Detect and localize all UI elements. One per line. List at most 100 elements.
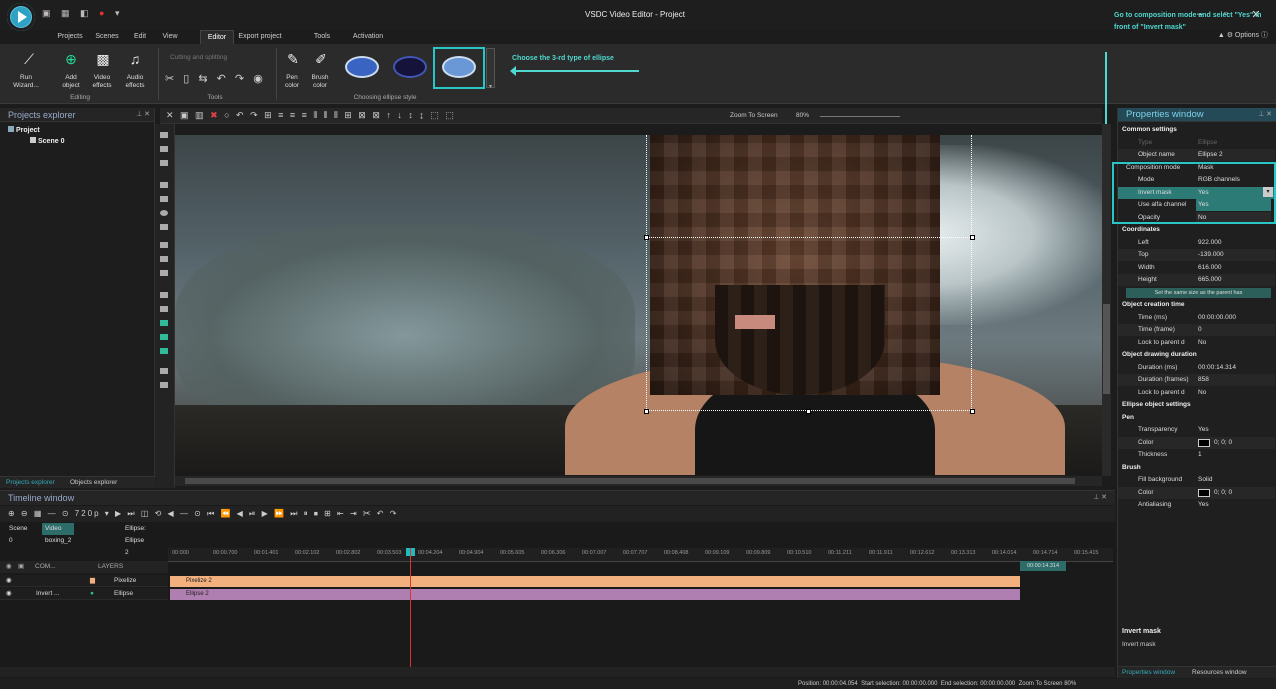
property-row[interactable]: Object name Ellipse 2 — [1118, 149, 1275, 161]
hand-icon[interactable] — [160, 146, 168, 152]
scrollbar-thumb[interactable] — [1103, 304, 1110, 394]
property-value[interactable]: No — [1198, 387, 1206, 399]
cursor-icon[interactable] — [160, 132, 168, 138]
tab-export-project[interactable]: Export project — [234, 30, 286, 44]
property-value[interactable]: 922.000 — [1198, 237, 1222, 249]
panel-pin-icon[interactable]: ⊥ ✕ — [1258, 108, 1272, 122]
tab-scenes[interactable]: Scenes — [92, 30, 122, 44]
property-row[interactable]: Color 0; 0; 0 — [1118, 436, 1275, 449]
color-swatch[interactable] — [1198, 438, 1210, 447]
property-row[interactable]: Duration (frames) 858 — [1118, 374, 1275, 386]
eye-icon[interactable]: ◉ — [6, 561, 12, 573]
line-icon[interactable] — [160, 182, 168, 188]
property-row[interactable]: Pen — [1118, 412, 1275, 424]
cutting-splitting-button[interactable]: Cutting and splitting — [170, 54, 227, 61]
image-icon[interactable] — [160, 320, 168, 326]
shape-icon[interactable] — [160, 224, 168, 230]
brush-color-button[interactable]: Brush color — [306, 74, 334, 90]
resize-handle[interactable] — [644, 409, 649, 414]
eye-icon[interactable]: ◉ — [6, 588, 12, 600]
rectangle-icon[interactable] — [160, 196, 168, 202]
property-value[interactable]: 00:00:00.000 — [1198, 312, 1236, 324]
scrollbar-thumb[interactable] — [185, 478, 1075, 484]
property-row[interactable]: Thickness 1 — [1118, 449, 1275, 461]
audio-tool-icon[interactable] — [160, 306, 168, 312]
timeline-scrollbar[interactable] — [0, 667, 1115, 677]
property-value[interactable]: -139.000 — [1198, 249, 1224, 261]
quick-access-toolbar[interactable]: ▣ ▦ ◧ ● ▾ — [42, 8, 123, 19]
preview-toolbar-icons[interactable]: ✕ ▣ ▥ ✖ ○ ↶ ↷ ⊞ ≡ ≡ ≡ ⫴ ⫴ ⫴ ⊞ ⊠ ⊠ ↑ ↓ ↕ … — [166, 110, 456, 121]
audio-effects-button[interactable]: Audio effects — [118, 74, 152, 90]
text-icon[interactable] — [160, 242, 168, 248]
property-row[interactable]: Common settings — [1118, 124, 1275, 136]
layer-row-ellipse[interactable]: ◉ Invert ... ● Ellipse — [0, 588, 168, 600]
tools-icons[interactable]: ✂ ▯ ⇆ ↶ ↷ ◉ — [165, 72, 266, 85]
tab-projects-explorer[interactable]: Projects explorer — [6, 479, 55, 486]
same-size-button[interactable]: Set the same size as the parent has — [1126, 287, 1271, 298]
tab-edit[interactable]: Edit — [130, 30, 150, 44]
property-row[interactable]: Color 0; 0; 0 — [1118, 486, 1275, 499]
property-value[interactable]: Yes — [1198, 499, 1209, 511]
property-row[interactable]: Lock to parent d No — [1118, 337, 1275, 349]
tab-objects-explorer[interactable]: Objects explorer — [70, 479, 117, 486]
chart-icon[interactable] — [160, 292, 168, 298]
property-row[interactable]: Lock to parent d No — [1118, 387, 1275, 399]
property-value[interactable]: 0; 0; 0 — [1214, 487, 1232, 499]
zoom-label[interactable]: Zoom To Screen — [730, 112, 778, 119]
clip-ellipse[interactable]: Ellipse 2 — [170, 589, 1020, 600]
property-value[interactable]: No — [1198, 337, 1206, 349]
property-row[interactable]: Type Ellipse — [1118, 137, 1275, 149]
tab-tools[interactable]: Tools — [310, 30, 334, 44]
property-value[interactable]: 616.000 — [1198, 262, 1222, 274]
property-row[interactable]: Antialiasing Yes — [1118, 499, 1275, 511]
property-value[interactable]: 00:00:14.314 — [1198, 362, 1236, 374]
tab-projects[interactable]: Projects — [50, 30, 90, 44]
property-row[interactable]: Top -139.000 — [1118, 249, 1275, 261]
resize-handle[interactable] — [970, 409, 975, 414]
property-value[interactable]: 0; 0; 0 — [1214, 437, 1232, 449]
tab-video-boxing[interactable]: Video boxing_2 — [42, 523, 75, 544]
playhead[interactable] — [410, 548, 411, 670]
clip-pixelize[interactable]: Pixelize 2 — [170, 576, 1020, 587]
property-value[interactable]: Yes — [1198, 424, 1209, 436]
animation-icon[interactable] — [160, 348, 168, 354]
property-value[interactable]: Solid — [1198, 474, 1212, 486]
video-preview-canvas[interactable] — [175, 135, 1102, 475]
property-row[interactable]: Duration (ms) 00:00:14.314 — [1118, 362, 1275, 374]
color-swatch[interactable] — [1198, 488, 1210, 497]
property-row[interactable]: Time (frame) 0 — [1118, 324, 1275, 336]
resize-handle[interactable] — [644, 235, 649, 240]
zoom-slider[interactable] — [820, 116, 900, 117]
layer-blend-mode[interactable]: Invert ... — [36, 588, 59, 600]
lock-icon[interactable]: ▣ — [18, 561, 24, 573]
property-row[interactable]: Time (ms) 00:00:00.000 — [1118, 312, 1275, 324]
property-row[interactable]: Ellipse object settings — [1118, 399, 1275, 411]
property-value[interactable]: Ellipse — [1198, 137, 1217, 149]
timeline-toolbar[interactable]: ⊕ ⊖ ▦ ― ⊙ 720p ▾ ▶ ⏭ ◫ ⟲ ◀ ― ⊙ ⏮ ⏪ ◀ ⏯ ▶… — [0, 506, 1115, 522]
layer-row-pixelize[interactable]: ◉ ▆ Pixelize — [0, 575, 168, 587]
property-row[interactable]: Fill background Solid — [1118, 474, 1275, 486]
move-icon[interactable] — [160, 382, 168, 388]
resize-handle[interactable] — [806, 409, 811, 414]
app-logo-icon[interactable] — [7, 3, 35, 31]
property-row[interactable]: Coordinates — [1118, 224, 1275, 236]
subtitle-icon[interactable] — [160, 256, 168, 262]
property-value[interactable]: 0 — [1198, 324, 1202, 336]
property-value[interactable]: 1 — [1198, 449, 1202, 461]
video-icon[interactable] — [160, 334, 168, 340]
tab-activation[interactable]: Activation — [348, 30, 388, 44]
eye-icon[interactable]: ◉ — [6, 575, 12, 587]
property-row[interactable]: Transparency Yes — [1118, 424, 1275, 436]
add-object-button[interactable]: Add object — [53, 74, 89, 90]
property-row[interactable]: Width 616.000 — [1118, 262, 1275, 274]
property-value[interactable]: 665.000 — [1198, 274, 1222, 286]
property-value[interactable]: Ellipse 2 — [1198, 149, 1223, 161]
panel-pin-icon[interactable]: ⊥ ✕ — [136, 108, 150, 122]
tree-project[interactable]: Project — [8, 126, 40, 134]
resolution-select[interactable]: 720p — [75, 509, 101, 518]
video-effects-button[interactable]: Video effects — [86, 74, 118, 90]
pencil-icon[interactable] — [160, 160, 168, 166]
tab-view[interactable]: View — [158, 30, 182, 44]
property-value[interactable]: 858 — [1198, 374, 1209, 386]
property-row[interactable]: Object creation time — [1118, 299, 1275, 311]
